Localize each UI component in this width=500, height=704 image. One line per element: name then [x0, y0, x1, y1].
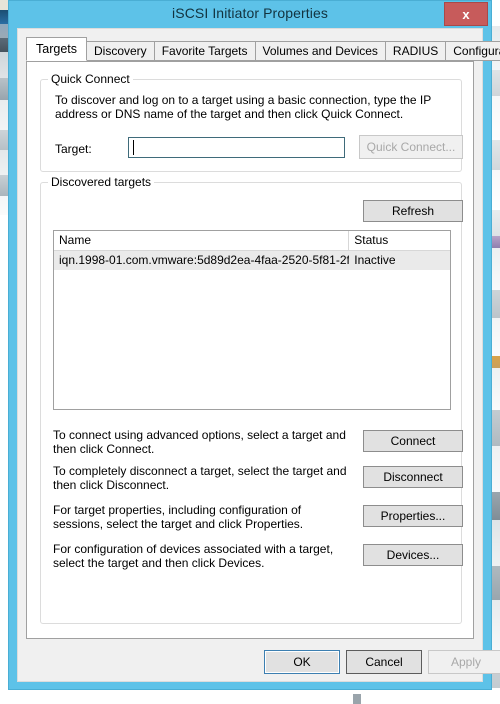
quick-connect-button[interactable]: Quick Connect...: [359, 135, 463, 159]
refresh-button[interactable]: Refresh: [363, 200, 463, 222]
ok-button[interactable]: OK: [264, 650, 340, 674]
column-header-name[interactable]: Name: [54, 231, 350, 250]
properties-button[interactable]: Properties...: [363, 505, 463, 527]
tab-page-targets: Quick Connect To discover and log on to …: [26, 61, 474, 639]
text-caret: [133, 140, 134, 155]
tab-discovery[interactable]: Discovery: [86, 41, 155, 61]
connect-instruction: To connect using advanced options, selec…: [53, 428, 346, 456]
devices-instruction: For configuration of devices associated …: [53, 542, 334, 570]
quick-connect-group: Quick Connect To discover and log on to …: [40, 72, 463, 172]
iscsi-initiator-properties-dialog: iSCSI Initiator Properties x Targets Dis…: [8, 0, 500, 690]
cell-target-name: iqn.1998-01.com.vmware:5d89d2ea-4faa-252…: [59, 253, 350, 267]
quick-connect-group-title: Quick Connect: [48, 72, 133, 86]
tab-strip: Targets Discovery Favorite Targets Volum…: [26, 37, 500, 61]
quick-connect-description: To discover and log on to a target using…: [55, 93, 432, 121]
target-label: Target:: [55, 142, 92, 156]
devices-button[interactable]: Devices...: [363, 544, 463, 566]
background-window-right-edge: [492, 0, 500, 704]
tab-volumes-and-devices[interactable]: Volumes and Devices: [254, 41, 386, 61]
tab-radius[interactable]: RADIUS: [384, 41, 447, 61]
cancel-button[interactable]: Cancel: [346, 650, 422, 674]
cell-target-status: Inactive: [354, 253, 396, 267]
properties-instruction: For target properties, including configu…: [53, 503, 304, 531]
window-title: iSCSI Initiator Properties: [172, 5, 328, 21]
apply-button[interactable]: Apply: [428, 650, 500, 674]
discovered-targets-list[interactable]: Name Status iqn.1998-01.com.vmware:5d89d…: [53, 230, 451, 410]
tab-targets[interactable]: Targets: [26, 37, 87, 61]
close-icon[interactable]: x: [444, 2, 488, 26]
title-bar: iSCSI Initiator Properties x: [9, 1, 491, 28]
tab-configuration[interactable]: Configuration: [445, 41, 500, 61]
disconnect-instruction: To completely disconnect a target, selec…: [53, 464, 347, 492]
disconnect-button[interactable]: Disconnect: [363, 466, 463, 488]
target-input[interactable]: [128, 137, 345, 158]
column-header-status[interactable]: Status: [349, 231, 450, 250]
connect-button[interactable]: Connect: [363, 430, 463, 452]
background-below-dialog: [0, 688, 500, 704]
dialog-client-area: Targets Discovery Favorite Targets Volum…: [17, 28, 500, 682]
tab-favorite-targets[interactable]: Favorite Targets: [153, 41, 256, 61]
discovered-targets-group-title: Discovered targets: [48, 175, 155, 189]
list-header: Name Status: [54, 231, 450, 251]
table-row[interactable]: iqn.1998-01.com.vmware:5d89d2ea-4faa-252…: [54, 251, 450, 270]
discovered-targets-group: Discovered targets Refresh Name Status i…: [40, 175, 463, 624]
background-window-left-edge: [0, 0, 8, 704]
background-scrollbar-nub: [353, 694, 361, 704]
